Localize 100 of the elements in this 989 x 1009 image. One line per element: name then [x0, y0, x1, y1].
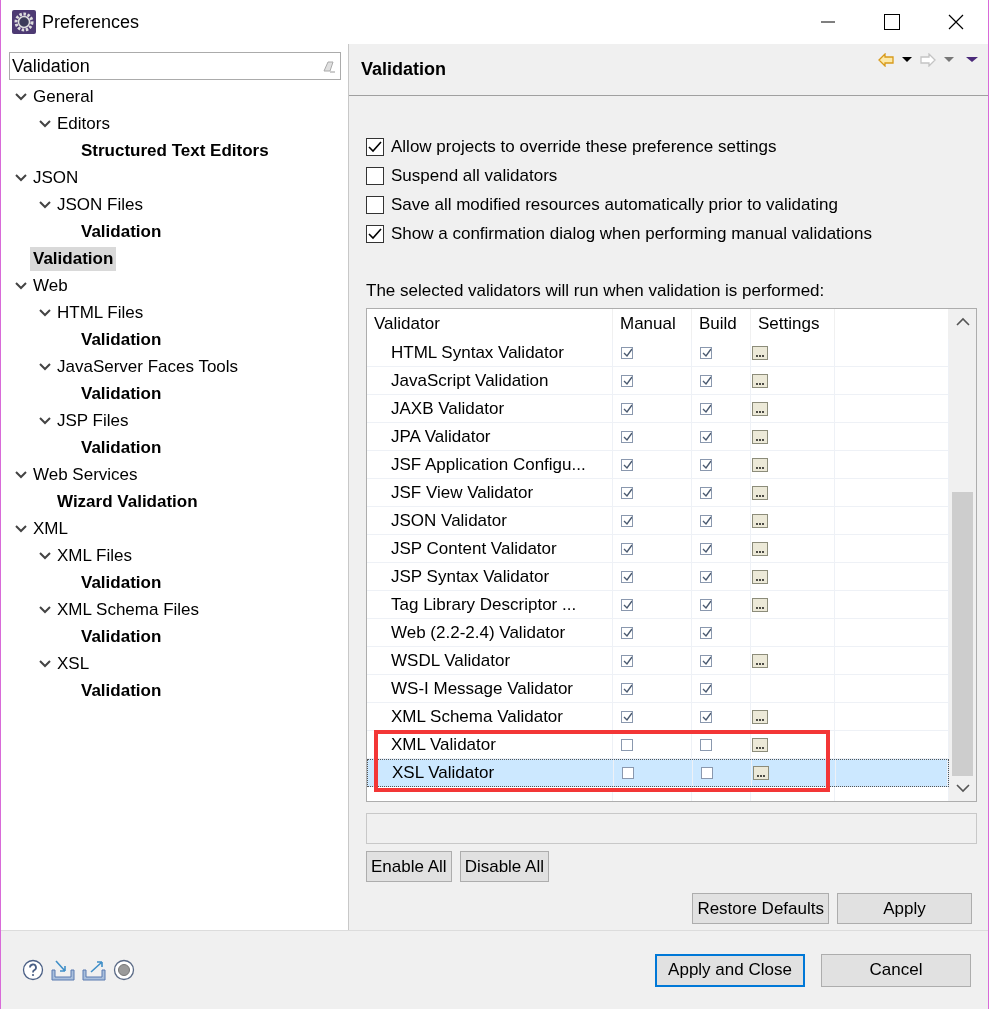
tree-item[interactable]: JavaServer Faces Tools [54, 354, 242, 379]
settings-button[interactable] [752, 457, 768, 472]
table-row[interactable]: WS-I Message Validator [367, 675, 949, 703]
build-checkbox[interactable] [700, 430, 712, 443]
settings-button[interactable] [752, 513, 768, 528]
column-header[interactable]: Settings [751, 309, 835, 339]
build-checkbox[interactable] [701, 767, 713, 779]
build-checkbox[interactable] [700, 682, 712, 695]
filter-field[interactable]: Validation [9, 52, 341, 80]
manual-checkbox[interactable] [621, 402, 633, 415]
build-checkbox[interactable] [700, 402, 712, 415]
build-checkbox[interactable] [700, 542, 712, 555]
build-checkbox[interactable] [700, 486, 712, 499]
tree-item[interactable]: XML Files [54, 543, 135, 568]
build-checkbox[interactable] [700, 570, 712, 583]
scroll-down-icon[interactable] [955, 783, 970, 793]
column-header[interactable]: Build [692, 309, 751, 339]
settings-button[interactable] [752, 653, 768, 668]
manual-checkbox[interactable] [621, 542, 633, 555]
tree-item[interactable]: Validation [78, 624, 165, 649]
table-row[interactable]: JSP Syntax Validator [367, 563, 949, 591]
checkbox-label[interactable]: Suspend all validators [391, 162, 558, 189]
manual-checkbox[interactable] [621, 346, 633, 359]
page-button[interactable]: Apply [837, 893, 972, 924]
tree-item[interactable]: Validation [78, 570, 165, 595]
tree-item[interactable]: JSON [30, 165, 82, 190]
table-row[interactable]: XML Schema Validator [367, 703, 949, 731]
manual-checkbox[interactable] [621, 682, 633, 695]
manual-checkbox[interactable] [621, 738, 633, 751]
manual-checkbox[interactable] [621, 598, 633, 611]
table-row[interactable]: JSF View Validator [367, 479, 949, 507]
settings-button[interactable] [752, 345, 768, 360]
settings-button[interactable] [752, 485, 768, 500]
table-row[interactable]: XSL Validator [367, 759, 949, 787]
manual-checkbox[interactable] [621, 430, 633, 443]
close-icon[interactable] [948, 14, 964, 30]
table-row[interactable]: JSP Content Validator [367, 535, 949, 563]
settings-button[interactable] [752, 569, 768, 584]
checkbox[interactable] [366, 195, 384, 214]
settings-button[interactable] [752, 429, 768, 444]
record-icon[interactable] [113, 959, 135, 981]
tree-item[interactable]: Wizard Validation [54, 489, 201, 514]
table-row[interactable]: JSON Validator [367, 507, 949, 535]
manual-checkbox[interactable] [621, 486, 633, 499]
settings-button[interactable] [752, 709, 768, 724]
tree-item[interactable]: XML [30, 516, 71, 541]
manual-checkbox[interactable] [621, 374, 633, 387]
build-checkbox[interactable] [700, 346, 712, 359]
tree-item[interactable]: HTML Files [54, 300, 147, 325]
table-row[interactable]: JavaScript Validation [367, 367, 949, 395]
scroll-up-icon[interactable] [955, 317, 970, 327]
maximize-icon[interactable] [884, 14, 900, 30]
tree-item[interactable]: Web Services [30, 462, 141, 487]
checkbox[interactable] [366, 166, 384, 185]
scrollbar[interactable] [949, 309, 976, 801]
build-checkbox[interactable] [700, 738, 712, 751]
import-icon[interactable] [51, 959, 75, 981]
checkbox-label[interactable]: Show a confirmation dialog when performing manual validations [391, 220, 872, 247]
settings-button[interactable] [752, 401, 768, 416]
build-checkbox[interactable] [700, 626, 712, 639]
manual-checkbox[interactable] [621, 514, 633, 527]
table-row[interactable]: JPA Validator [367, 423, 949, 451]
tree-item[interactable]: Validation [78, 435, 165, 460]
build-checkbox[interactable] [700, 710, 712, 723]
settings-button[interactable] [752, 541, 768, 556]
tree-item[interactable]: Validation [78, 327, 165, 352]
dialog-button[interactable]: Apply and Close [655, 953, 805, 987]
tree-item[interactable]: Editors [54, 111, 113, 136]
tree-item[interactable]: JSON Files [54, 192, 146, 217]
manual-checkbox[interactable] [621, 710, 633, 723]
table-button[interactable]: Disable All [459, 851, 549, 882]
tree-item[interactable]: Validation [78, 219, 165, 244]
table-row[interactable]: WSDL Validator [367, 647, 949, 675]
tree-item[interactable]: Structured Text Editors [78, 138, 272, 163]
dialog-button[interactable]: Cancel [821, 953, 971, 987]
tree-item[interactable]: Validation [78, 678, 165, 703]
build-checkbox[interactable] [700, 458, 712, 471]
settings-button[interactable] [752, 373, 768, 388]
column-header[interactable]: Validator [367, 309, 613, 339]
checkbox[interactable] [366, 137, 384, 156]
build-checkbox[interactable] [700, 374, 712, 387]
settings-button[interactable] [753, 766, 769, 780]
table-row[interactable]: Tag Library Descriptor ... [367, 591, 949, 619]
build-checkbox[interactable] [700, 654, 712, 667]
tree-item[interactable]: Web [30, 273, 71, 298]
table-row[interactable]: HTML Syntax Validator [367, 339, 949, 367]
tree-item[interactable]: General [30, 84, 97, 109]
tree-item[interactable]: XSL [54, 651, 93, 676]
table-row[interactable]: JAXB Validator [367, 395, 949, 423]
settings-button[interactable] [752, 737, 768, 752]
checkbox-label[interactable]: Allow projects to override these preference settings [391, 133, 777, 160]
checkbox[interactable] [366, 224, 384, 243]
table-button[interactable]: Enable All [366, 851, 452, 882]
manual-checkbox[interactable] [622, 767, 634, 779]
checkbox-label[interactable]: Save all modified resources automatically prior to validating [391, 191, 838, 218]
manual-checkbox[interactable] [621, 458, 633, 471]
column-header[interactable]: Manual [613, 309, 692, 339]
page-button[interactable]: Restore Defaults [692, 893, 829, 924]
table-row[interactable]: JSF Application Configu... [367, 451, 949, 479]
manual-checkbox[interactable] [621, 570, 633, 583]
